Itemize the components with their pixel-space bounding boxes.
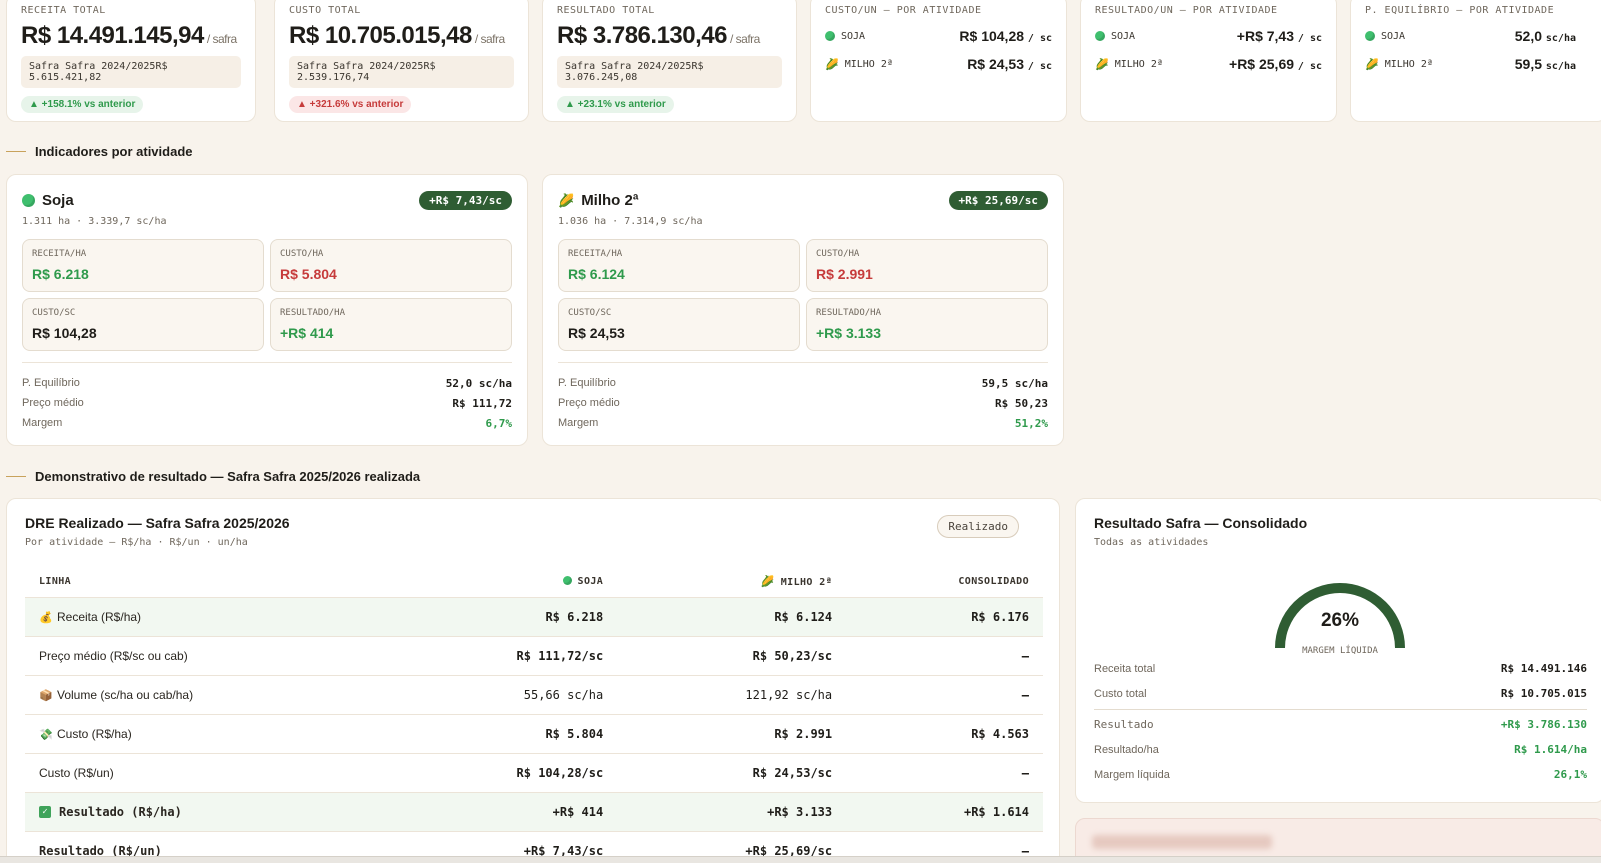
corn-icon: 🌽 [760,574,775,588]
result-per-unit-pill: +R$ 7,43/sc [419,191,512,210]
activity-card-milho: 🌽 Milho 2ª +R$ 25,69/sc 1.036 ha · 7.314,… [542,174,1064,446]
metric-receita-ha: RECEITA/HA R$ 6.218 [22,239,264,292]
kpi-previous: Safra Safra 2024/2025R$ 3.076.245,08 [557,56,782,88]
kpi-label: RESULTADO/UN — POR ATIVIDADE [1095,5,1278,16]
section-title: Demonstrativo de resultado — Safra Safra… [35,469,421,484]
package-icon: 📦 [39,689,53,702]
row-resultado: Resultado +R$ 3.786.130 [1094,718,1587,731]
section-header-dre: Demonstrativo de resultado — Safra Safra… [6,469,420,484]
metric-resultado-ha: RESULTADO/HA +R$ 3.133 [806,298,1048,351]
margin-gauge: 26% MARGEM LÍQUIDA [1260,568,1420,658]
dre-subtitle: Por atividade — R$/ha · R$/un · un/ha [25,537,248,548]
kpi-value: R$ 10.705.015,48/ safra [289,22,505,49]
activity-title: Soja [22,192,74,209]
column-header-soja: SOJA [388,567,617,597]
kpi-row-milho: 🌽 MILHO 2ª +R$ 25,69 / sc [1095,56,1322,72]
soybean-icon [22,194,35,207]
row-preco-medio: Preço médio R$ 111,72 [22,396,512,410]
section-title: Indicadores por atividade [35,144,193,159]
kpi-row-milho: 🌽 MILHO 2ª R$ 24,53 / sc [825,56,1052,72]
metric-custo-ha: CUSTO/HA R$ 5.804 [270,239,512,292]
soybean-icon [1365,31,1375,41]
kpi-label: RECEITA TOTAL [21,5,106,16]
row-equilibrio: P. Equilíbrio 52,0 sc/ha [22,376,512,390]
kpi-value: R$ 3.786.130,46/ safra [557,22,760,49]
row-custo-total: Custo total R$ 10.705.015 [1094,687,1587,700]
section-divider [6,476,26,477]
row-equilibrio: P. Equilíbrio 59,5 sc/ha [558,376,1048,390]
gauge-label: MARGEM LÍQUIDA [1302,646,1378,656]
money-wings-icon: 💸 [39,728,53,741]
corn-icon: 🌽 [1365,57,1379,71]
activity-title: 🌽 Milho 2ª [558,192,639,209]
column-header-consolidado: CONSOLIDADO [958,576,1029,588]
metric-resultado-ha: RESULTADO/HA +R$ 414 [270,298,512,351]
soybean-icon [1095,31,1105,41]
dre-table: LINHA SOJA 🌽 MILHO 2ª CONSOLIDADO 💰 Receit… [25,567,1043,863]
table-row: 💸 Custo (R$/ha) R$ 5.804 R$ 2.991 R$ 4.56… [25,713,1043,753]
row-preco-medio: Preço médio R$ 50,23 [558,396,1048,410]
metric-custo-sc: CUSTO/SC R$ 24,53 [558,298,800,351]
consolidated-card: Resultado Safra — Consolidado Todas as a… [1075,498,1601,803]
kpi-row-milho: 🌽 MILHO 2ª 59,5 sc/ha [1365,56,1576,72]
kpi-resultado-un: RESULTADO/UN — POR ATIVIDADE SOJA +R$ 7,4… [1080,0,1337,122]
table-row: 📦 Volume (sc/ha ou cab/ha) 55,66 sc/ha 12… [25,674,1043,714]
kpi-equilibrio: P. EQUILÍBRIO — POR ATIVIDADE SOJA 52,0 s… [1350,0,1601,122]
kpi-delta-badge: ▲ +23.1% vs anterior [557,96,674,113]
kpi-value: R$ 14.491.145,94/ safra [21,22,237,49]
kpi-resultado-total: RESULTADO TOTAL R$ 3.786.130,46/ safra S… [542,0,797,122]
dre-title: DRE Realizado — Safra Safra 2025/2026 [25,515,290,531]
kpi-custo-total: CUSTO TOTAL R$ 10.705.015,48/ safra Safr… [274,0,529,122]
gauge-percentage: 26% [1320,610,1360,631]
corn-icon: 🌽 [825,57,839,71]
kpi-label: CUSTO/UN — POR ATIVIDADE [825,5,982,16]
corn-icon: 🌽 [1095,57,1109,71]
table-row: 💰 Receita (R$/ha) R$ 6.218 R$ 6.124 R$ 6.… [25,596,1043,636]
money-bag-icon: 💰 [39,611,53,624]
section-divider [6,151,26,152]
soybean-icon [825,31,835,41]
row-receita-total: Receita total R$ 14.491.146 [1094,662,1587,675]
activity-subtitle: 1.036 ha · 7.314,9 sc/ha [558,216,703,227]
column-header-linha: LINHA [39,576,72,588]
blurred-title [1092,835,1272,849]
check-icon: ✓ [39,806,51,818]
table-row: Custo (R$/un) R$ 104,28/sc R$ 24,53/sc – [25,752,1043,792]
activity-subtitle: 1.311 ha · 3.339,7 sc/ha [22,216,167,227]
table-row: Preço médio (R$/sc ou cab) R$ 111,72/sc … [25,635,1043,675]
metric-custo-ha: CUSTO/HA R$ 2.991 [806,239,1048,292]
divider [1094,709,1587,710]
column-header-milho: 🌽 MILHO 2ª [760,574,833,588]
table-header-row: LINHA SOJA 🌽 MILHO 2ª CONSOLIDADO [25,567,1043,597]
kpi-row-soja: SOJA 52,0 sc/ha [1365,28,1592,44]
result-per-unit-pill: +R$ 25,69/sc [948,191,1048,210]
metric-custo-sc: CUSTO/SC R$ 104,28 [22,298,264,351]
kpi-label: CUSTO TOTAL [289,5,361,16]
table-row: ✓ Resultado (R$/ha) +R$ 414 +R$ 3.133 +R$… [25,791,1043,831]
window-bottom-edge [0,856,1601,863]
row-resultado-ha: Resultado/ha R$ 1.614/ha [1094,743,1587,756]
kpi-receita-total: RECEITA TOTAL R$ 14.491.145,94/ safra Sa… [6,0,256,122]
kpi-label: P. EQUILÍBRIO — POR ATIVIDADE [1365,5,1555,16]
corn-icon: 🌽 [558,193,575,208]
row-margem: Margem 51,2% [558,416,1048,430]
dre-card: DRE Realizado — Safra Safra 2025/2026 Po… [6,498,1060,863]
kpi-label: RESULTADO TOTAL [557,5,655,16]
kpi-previous: Safra Safra 2024/2025R$ 2.539.176,74 [289,56,514,88]
kpi-row-soja: SOJA +R$ 7,43 / sc [1095,28,1322,44]
row-margem-liquida: Margem líquida 26,1% [1094,768,1587,781]
activity-card-soja: Soja +R$ 7,43/sc 1.311 ha · 3.339,7 sc/h… [6,174,528,446]
kpi-delta-badge: ▲ +321.6% vs anterior [289,96,412,113]
section-header-indicadores: Indicadores por atividade [6,144,193,159]
consolidated-subtitle: Todas as atividades [1094,537,1209,548]
soybean-icon [562,576,572,586]
kpi-previous: Safra Safra 2024/2025R$ 5.615.421,82 [21,56,241,88]
metric-receita-ha: RECEITA/HA R$ 6.124 [558,239,800,292]
kpi-delta-badge: ▲ +158.1% vs anterior [21,96,144,113]
kpi-custo-un: CUSTO/UN — POR ATIVIDADE SOJA R$ 104,28 /… [810,0,1067,122]
consolidated-title: Resultado Safra — Consolidado [1094,515,1308,531]
kpi-row-soja: SOJA R$ 104,28 / sc [825,28,1052,44]
row-margem: Margem 6,7% [22,416,512,430]
status-badge: Realizado [937,515,1019,538]
